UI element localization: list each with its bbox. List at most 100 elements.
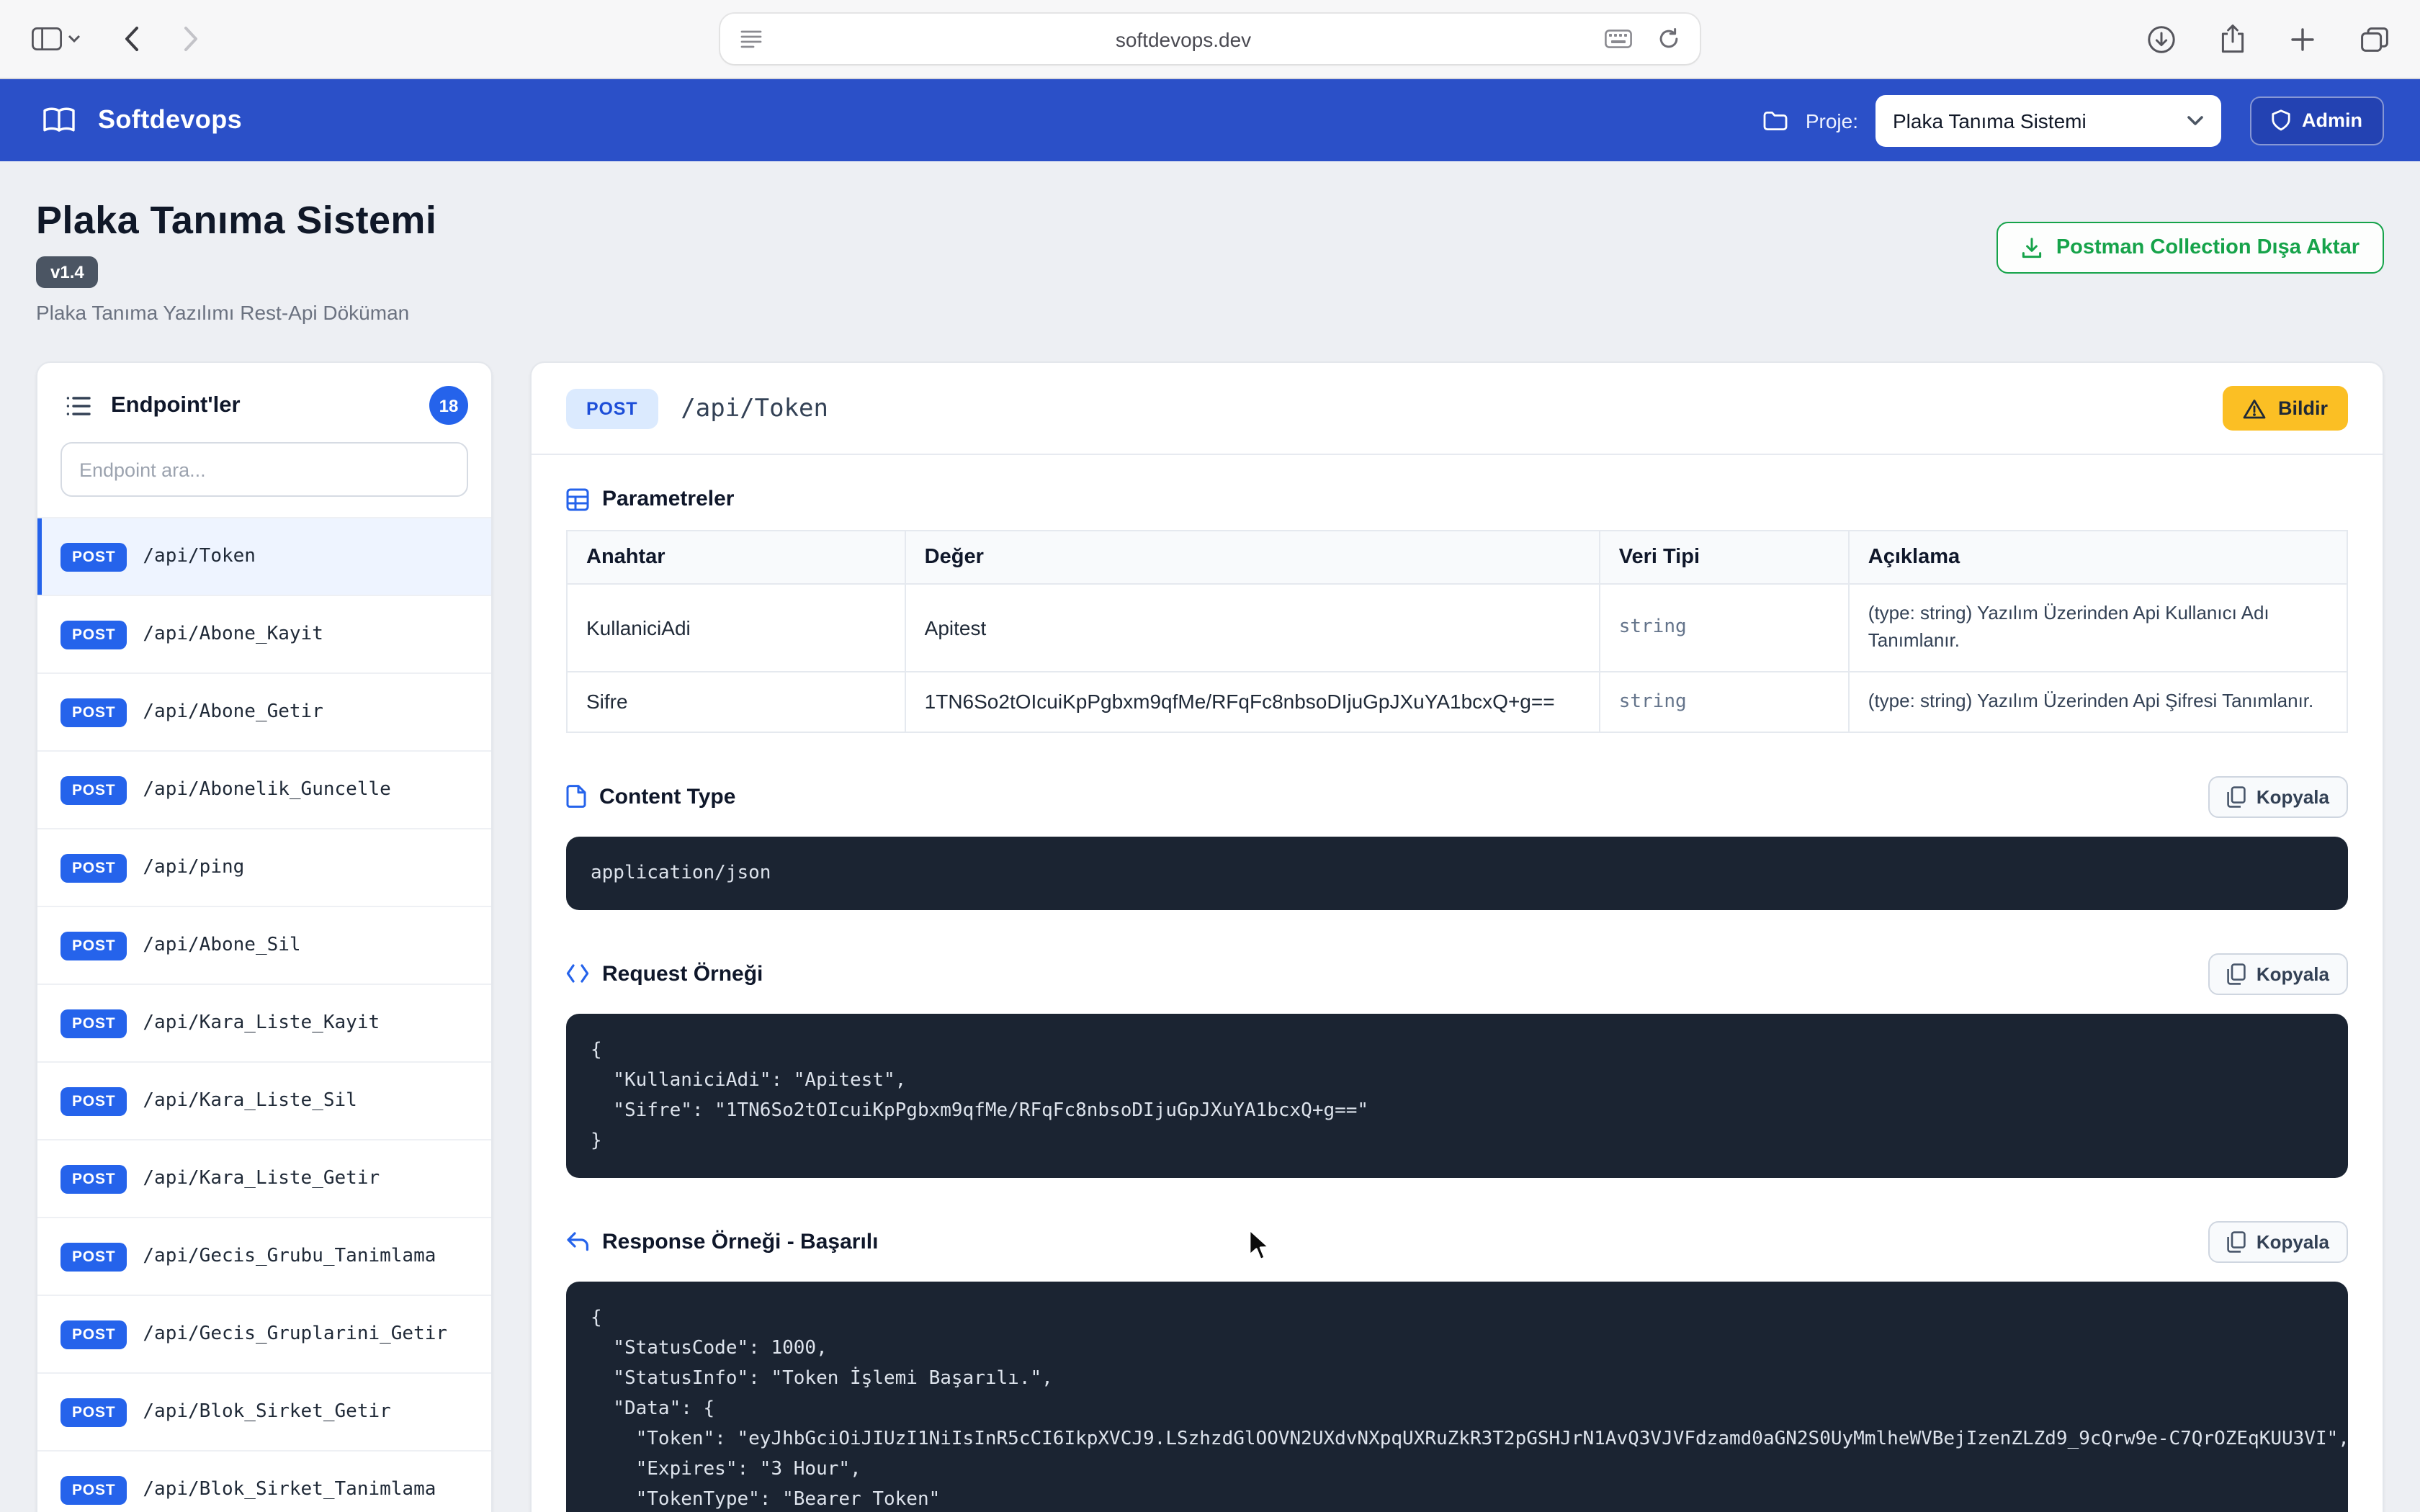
forward-icon[interactable] xyxy=(177,20,205,58)
column-header: Anahtar xyxy=(566,530,906,585)
param-value: Apitest xyxy=(904,583,1600,672)
method-badge: POST xyxy=(60,1009,127,1038)
endpoint-path: /api/Abone_Getir xyxy=(143,701,323,723)
code-brackets-icon xyxy=(566,963,589,984)
endpoints-sidebar: Endpoint'ler 18 POST /api/Token POST /ap… xyxy=(36,361,493,1512)
endpoint-path: /api/Abonelik_Guncelle xyxy=(143,779,391,801)
copy-content-type-button[interactable]: Kopyala xyxy=(2208,775,2348,818)
tabs-overview-icon[interactable] xyxy=(2355,21,2394,57)
endpoint-search-input[interactable] xyxy=(60,442,468,497)
method-badge: POST xyxy=(60,931,127,960)
export-postman-button[interactable]: Postman Collection Dışa Aktar xyxy=(1996,222,2384,274)
export-postman-label: Postman Collection Dışa Aktar xyxy=(2056,236,2360,259)
chevron-down-icon xyxy=(68,35,81,43)
sidebar-toggle-icon[interactable] xyxy=(26,22,86,56)
keyboard-input-icon[interactable] xyxy=(1599,24,1638,54)
endpoint-count-badge: 18 xyxy=(429,386,468,425)
sidebar-item-abone-kayit[interactable]: POST /api/Abone_Kayit xyxy=(37,595,491,672)
method-badge: POST xyxy=(60,1320,127,1349)
endpoint-path: /api/Kara_Liste_Sil xyxy=(143,1090,357,1112)
download-icon xyxy=(2022,237,2042,258)
project-select-value: Plaka Tanıma Sistemi xyxy=(1893,109,2087,132)
endpoint-path: /api/Abone_Kayit xyxy=(143,624,323,645)
param-type: string xyxy=(1598,670,1850,733)
endpoint-path: /api/Gecis_Gruplarini_Getir xyxy=(143,1323,448,1345)
endpoint-path: /api/Blok_Sirket_Getir xyxy=(143,1401,391,1423)
browser-chrome: softdevops.dev xyxy=(0,0,2420,79)
report-button[interactable]: Bildir xyxy=(2223,386,2348,431)
reload-icon[interactable] xyxy=(1652,22,1685,55)
copy-response-button[interactable]: Kopyala xyxy=(2208,1220,2348,1263)
param-type: string xyxy=(1598,583,1850,672)
sidebar-item-kara-liste-sil[interactable]: POST /api/Kara_Liste_Sil xyxy=(37,1061,491,1139)
sidebar-item-abone-getir[interactable]: POST /api/Abone_Getir xyxy=(37,672,491,750)
content-type-section: Content Type Kopyala application/json xyxy=(566,775,2348,910)
endpoint-path: /api/Blok_Sirket_Tanimlama xyxy=(143,1479,436,1500)
sidebar-item-gecis-gruplarini-getir[interactable]: POST /api/Gecis_Gruplarini_Getir xyxy=(37,1295,491,1372)
sidebar-item-ping[interactable]: POST /api/ping xyxy=(37,828,491,906)
param-key: KullaniciAdi xyxy=(566,583,906,672)
screen: softdevops.dev Softdevops Proje: Plaka T… xyxy=(0,0,2420,1512)
table-row: Sifre 1TN6So2tOIcuiKpPgbxm9qfMe/RFqFc8nb… xyxy=(566,670,2349,733)
endpoint-path: /api/Kara_Liste_Getir xyxy=(143,1168,380,1189)
table-icon xyxy=(566,487,589,510)
parameters-section: Parametreler Anahtar Değer Veri Tipi Açı… xyxy=(566,487,2349,733)
param-description: (type: string) Yazılım Üzerinden Api Şif… xyxy=(1847,670,2349,733)
share-icon[interactable] xyxy=(2215,19,2250,59)
endpoint-path: /api/Token xyxy=(143,546,256,567)
method-badge: POST xyxy=(60,620,127,649)
page-title: Plaka Tanıma Sistemi xyxy=(36,199,437,242)
method-badge: POST xyxy=(60,853,127,882)
section-title: Parametreler xyxy=(602,487,735,511)
endpoint-path: /api/Kara_Liste_Kayit xyxy=(143,1012,380,1034)
method-badge: POST xyxy=(60,698,127,726)
downloads-icon[interactable] xyxy=(2142,19,2181,58)
sidebar-item-abonelik-guncelle[interactable]: POST /api/Abonelik_Guncelle xyxy=(37,750,491,828)
sidebar-item-kara-liste-kayit[interactable]: POST /api/Kara_Liste_Kayit xyxy=(37,984,491,1061)
shield-icon xyxy=(2272,109,2290,131)
copy-icon xyxy=(2228,963,2246,984)
page-subtitle: Plaka Tanıma Yazılımı Rest-Api Döküman xyxy=(36,301,410,324)
sidebar-item-abone-sil[interactable]: POST /api/Abone_Sil xyxy=(37,906,491,984)
url-text: softdevops.dev xyxy=(1115,27,1252,50)
sidebar-title: Endpoint'ler xyxy=(111,392,241,417)
section-title: Response Örneği - Başarılı xyxy=(602,1229,879,1254)
request-example-code: { "KullaniciAdi": "Apitest", "Sifre": "1… xyxy=(566,1013,2348,1178)
copy-icon xyxy=(2228,1230,2246,1253)
reader-icon[interactable] xyxy=(735,24,768,54)
page-head: Plaka Tanıma Sistemi v1.4 Plaka Tanıma Y… xyxy=(0,161,2420,324)
method-badge: POST xyxy=(60,1164,127,1193)
param-value: 1TN6So2tOIcuiKpPgbxm9qfMe/RFqFc8nbsoDIju… xyxy=(904,670,1600,733)
column-header: Veri Tipi xyxy=(1598,530,1850,585)
sidebar-item-blok-sirket-tanimlama[interactable]: POST /api/Blok_Sirket_Tanimlama xyxy=(37,1450,491,1512)
back-icon[interactable] xyxy=(118,20,145,58)
file-icon xyxy=(566,785,586,808)
sidebar-item-kara-liste-getir[interactable]: POST /api/Kara_Liste_Getir xyxy=(37,1139,491,1217)
method-badge: POST xyxy=(60,775,127,804)
admin-button[interactable]: Admin xyxy=(2250,96,2384,145)
column-header: Değer xyxy=(904,530,1600,585)
copy-request-button[interactable]: Kopyala xyxy=(2208,953,2348,995)
brand-name: Softdevops xyxy=(98,105,243,134)
method-badge: POST xyxy=(60,1398,127,1426)
copy-button-label: Kopyala xyxy=(2256,786,2329,808)
reply-arrow-icon xyxy=(566,1232,589,1252)
column-header: Açıklama xyxy=(1847,530,2349,585)
new-tab-icon[interactable] xyxy=(2285,21,2321,57)
endpoint-path: /api/ping xyxy=(143,857,245,878)
folder-icon xyxy=(1758,104,1794,136)
project-label: Proje: xyxy=(1805,109,1858,132)
parameters-table: Anahtar Değer Veri Tipi Açıklama Kullani… xyxy=(566,530,2349,733)
admin-button-label: Admin xyxy=(2302,109,2362,131)
sidebar-item-gecis-grubu-tanimlama[interactable]: POST /api/Gecis_Grubu_Tanimlama xyxy=(37,1217,491,1295)
sidebar-item-api-token[interactable]: POST /api/Token xyxy=(37,517,491,595)
brand: Softdevops xyxy=(36,101,242,140)
url-bar[interactable]: softdevops.dev xyxy=(720,14,1700,64)
endpoint-header: POST /api/Token Bildir xyxy=(532,363,2383,455)
endpoint-path: /api/Gecis_Grubu_Tanimlama xyxy=(143,1246,436,1267)
sidebar-item-blok-sirket-getir[interactable]: POST /api/Blok_Sirket_Getir xyxy=(37,1372,491,1450)
project-select[interactable]: Plaka Tanıma Sistemi xyxy=(1876,94,2221,146)
table-header-row: Anahtar Değer Veri Tipi Açıklama xyxy=(566,530,2349,585)
warning-icon xyxy=(2244,399,2267,418)
method-badge: POST xyxy=(60,1475,127,1504)
